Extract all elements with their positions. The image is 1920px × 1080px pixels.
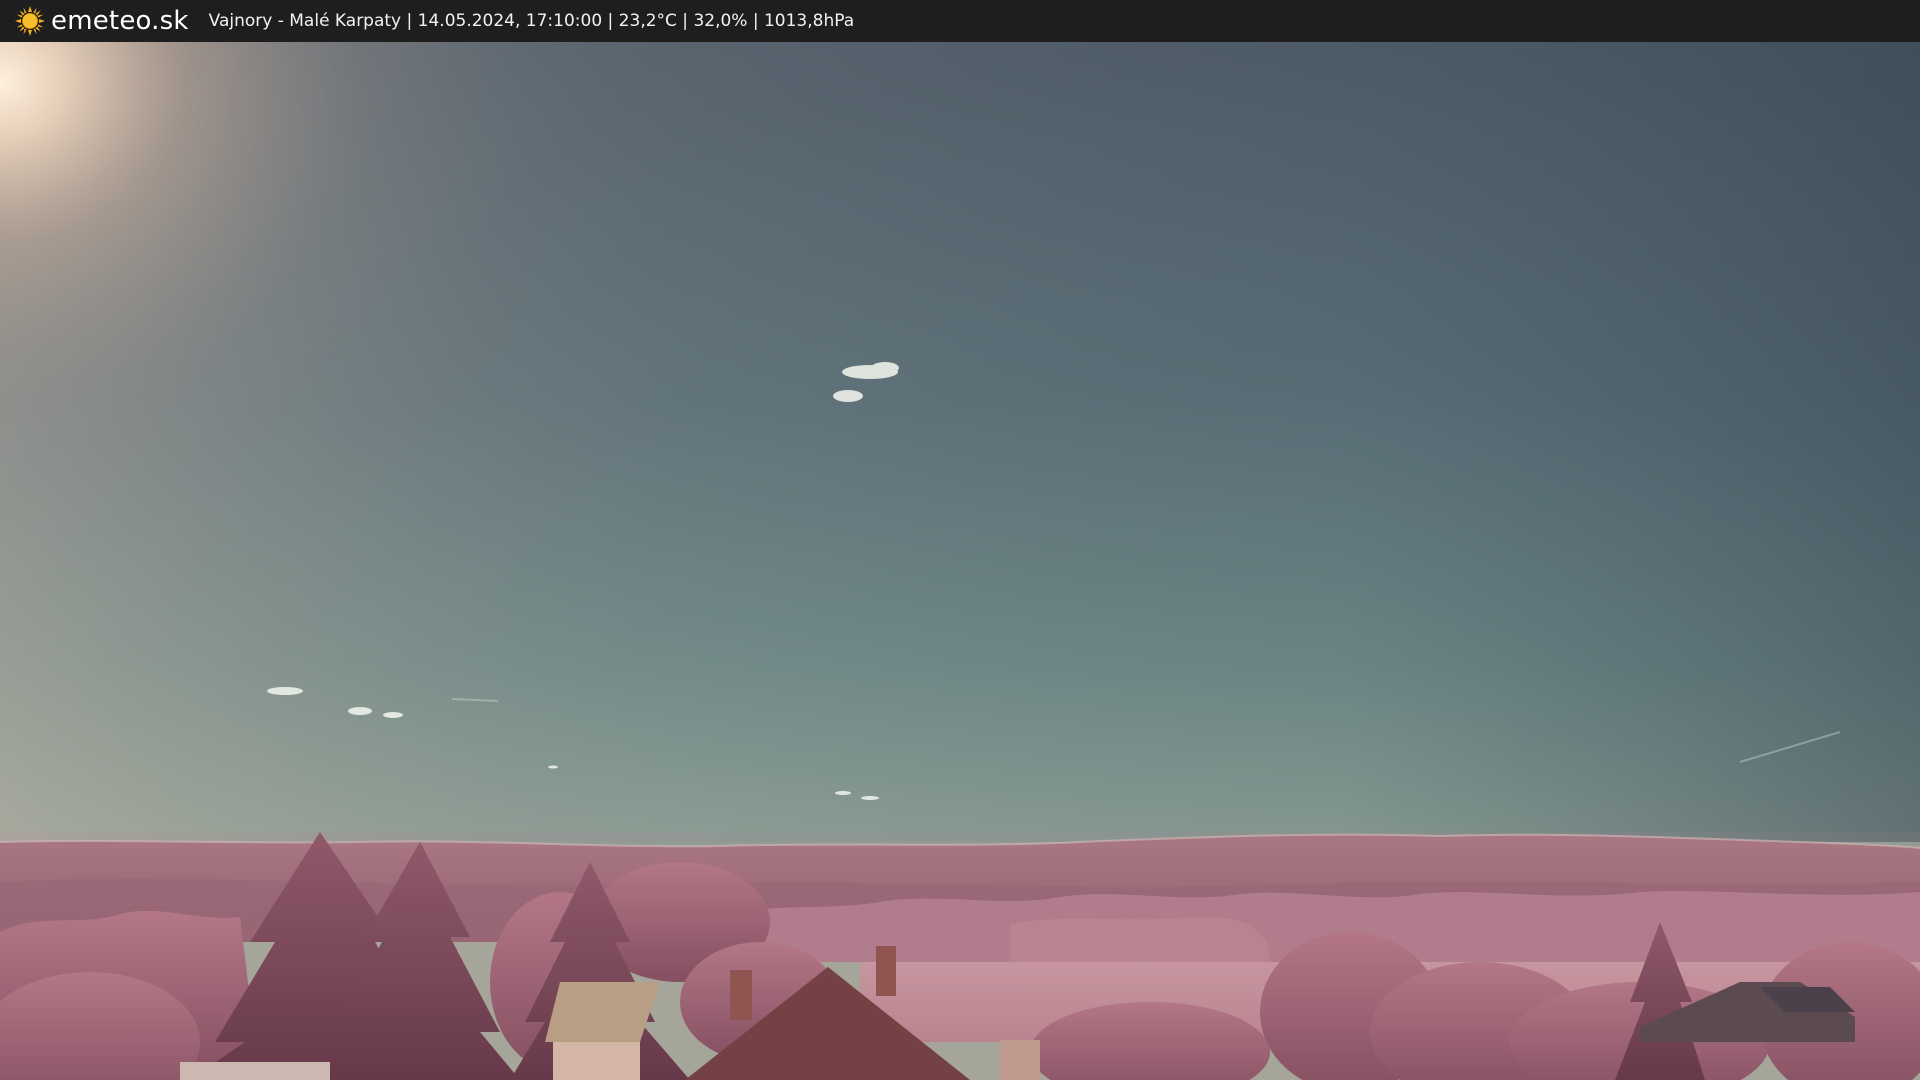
webcam-caption-bar: emeteo.sk Vajnory - Malé Karpaty | 14.05… (0, 0, 1920, 42)
emeteo-logo[interactable]: emeteo.sk (14, 0, 189, 42)
brand-name: emeteo.sk (51, 6, 189, 36)
webcam-page: emeteo.sk Vajnory - Malé Karpaty | 14.05… (0, 0, 1920, 1080)
station-readout: Vajnory - Malé Karpaty | 14.05.2024, 17:… (208, 11, 855, 31)
sun-icon (15, 6, 45, 36)
webcam-image (0, 42, 1920, 1080)
